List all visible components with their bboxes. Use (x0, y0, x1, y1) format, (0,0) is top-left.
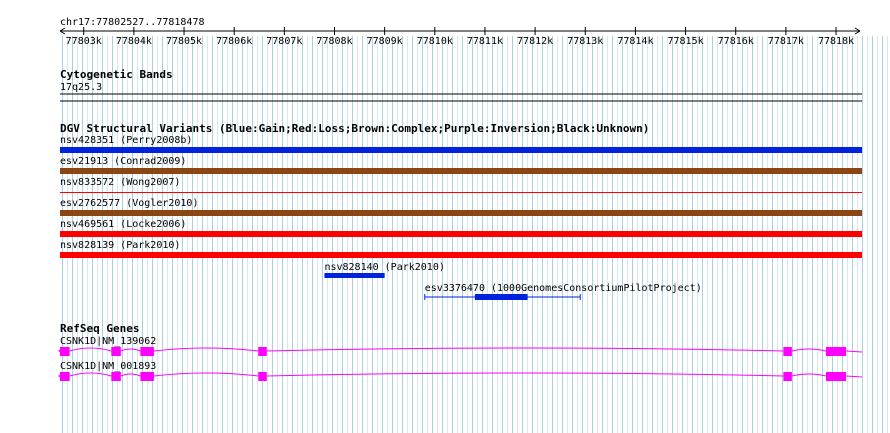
gene-exon (140, 372, 154, 381)
ruler-ticks: 77803k 77804k 77805k 77806k 77807k 77808k 7780… (66, 27, 854, 47)
ruler-tick-label: 77806k (216, 36, 252, 47)
dgv-feature-label: esv2762577 (Vogler2010) (60, 198, 198, 209)
ruler-tick-label: 77811k (467, 36, 503, 47)
dgv-feature-label: nsv428351 (Perry2008b) (60, 135, 192, 146)
dgv-feature-label: nsv828140 (Park2010) (324, 262, 444, 273)
gene-exon (258, 347, 267, 356)
dgv-feature-label: nsv833572 (Wong2007) (60, 177, 180, 188)
dgv-feature-bar (60, 147, 862, 153)
dgv-feature-bar (60, 252, 862, 258)
dgv-feature[interactable]: esv2762577 (Vogler2010) (60, 198, 862, 216)
gene-exon (140, 347, 154, 356)
gene-transcript-label: CSNK1D|NM_001893 (60, 361, 156, 372)
cytoband-track[interactable]: Cytogenetic Bands 17q25.3 (60, 68, 862, 102)
gene-intron (266, 347, 784, 352)
ruler-tick-label: 77804k (116, 36, 152, 47)
genome-browser-panel: chr17:77802527..77818478 77803k 77804k 778… (0, 0, 890, 433)
ruler-tick-label: 77809k (367, 36, 403, 47)
gene-exon (60, 372, 70, 381)
ruler-tick-label: 77803k (66, 36, 102, 47)
track-canvas: chr17:77802527..77818478 77803k 77804k 778… (58, 17, 888, 433)
ruler-tick-label: 77805k (166, 36, 202, 47)
dgv-features: nsv428351 (Perry2008b) esv21913 (Conrad20… (60, 135, 862, 300)
gene-transcript[interactable]: CSNK1D|NM_139062 (58, 336, 863, 356)
ruler-tick-label: 77813k (567, 36, 603, 47)
dgv-feature-bar (60, 231, 862, 237)
dgv-feature-bar (324, 273, 385, 278)
gene-exon (783, 372, 792, 381)
ruler-tick-label: 77816k (718, 36, 754, 47)
ruler-tick-label: 77818k (818, 36, 854, 47)
ruler-tick-label: 77808k (316, 36, 352, 47)
refseq-track-title: RefSeq Genes (60, 322, 139, 335)
dgv-feature-bar (474, 294, 528, 300)
dgv-feature[interactable]: esv3376470 (1000GenomesConsortiumPilotPr… (424, 283, 702, 300)
ruler-track[interactable]: chr17:77802527..77818478 77803k 77804k 778… (59, 17, 861, 47)
refseq-features: CSNK1D|NM_139062 CSNK1D|NM_001893 (58, 336, 863, 381)
dgv-feature[interactable]: nsv833572 (Wong2007) (60, 177, 862, 193)
dgv-feature[interactable]: esv21913 (Conrad2009) (60, 156, 862, 174)
gene-exon (825, 347, 847, 356)
dgv-feature-bar (60, 168, 862, 174)
dgv-feature[interactable]: nsv828140 (Park2010) (324, 262, 445, 278)
dgv-feature-bar (60, 210, 862, 216)
gene-exon (825, 372, 847, 381)
dgv-feature[interactable]: nsv828139 (Park2010) (60, 240, 862, 258)
gene-exon (258, 372, 267, 381)
gene-intron (266, 372, 784, 377)
gene-intron (846, 350, 863, 353)
gene-transcript[interactable]: CSNK1D|NM_001893 (58, 361, 863, 381)
region-label: chr17:77802527..77818478 (60, 17, 205, 28)
cytoband-label: 17q25.3 (60, 82, 102, 93)
ruler-tick-label: 77815k (668, 36, 704, 47)
dgv-feature-label: nsv828139 (Park2010) (60, 240, 180, 251)
ruler-tick-label: 77817k (768, 36, 804, 47)
gene-intron (69, 372, 112, 377)
dgv-feature-label: nsv469561 (Locke2006) (60, 219, 186, 230)
gene-transcript-label: CSNK1D|NM_139062 (60, 336, 156, 347)
ruler-tick-label: 77807k (266, 36, 302, 47)
gene-intron (846, 375, 863, 378)
gene-exon (783, 347, 792, 356)
dgv-feature-label: esv21913 (Conrad2009) (60, 156, 186, 167)
gene-exon (60, 347, 70, 356)
dgv-feature-bar (60, 192, 862, 193)
gene-exon (111, 347, 121, 356)
dgv-feature[interactable]: nsv469561 (Locke2006) (60, 219, 862, 237)
dgv-track[interactable]: DGV Structural Variants (Blue:Gain;Red:L… (60, 122, 862, 300)
refseq-track[interactable]: RefSeq Genes CSNK1D|NM_139062 CSNK1D|NM_0… (58, 322, 863, 381)
cytoband-track-title: Cytogenetic Bands (60, 68, 173, 81)
dgv-track-title: DGV Structural Variants (Blue:Gain;Red:L… (60, 122, 649, 135)
dgv-feature-label: esv3376470 (1000GenomesConsortiumPilotPr… (425, 283, 702, 294)
gene-intron (69, 347, 112, 352)
gene-exon (111, 372, 121, 381)
ruler-tick-label: 77812k (517, 36, 553, 47)
ruler-tick-label: 77814k (617, 36, 653, 47)
ruler-tick-label: 77810k (417, 36, 453, 47)
dgv-feature[interactable]: nsv428351 (Perry2008b) (60, 135, 862, 153)
